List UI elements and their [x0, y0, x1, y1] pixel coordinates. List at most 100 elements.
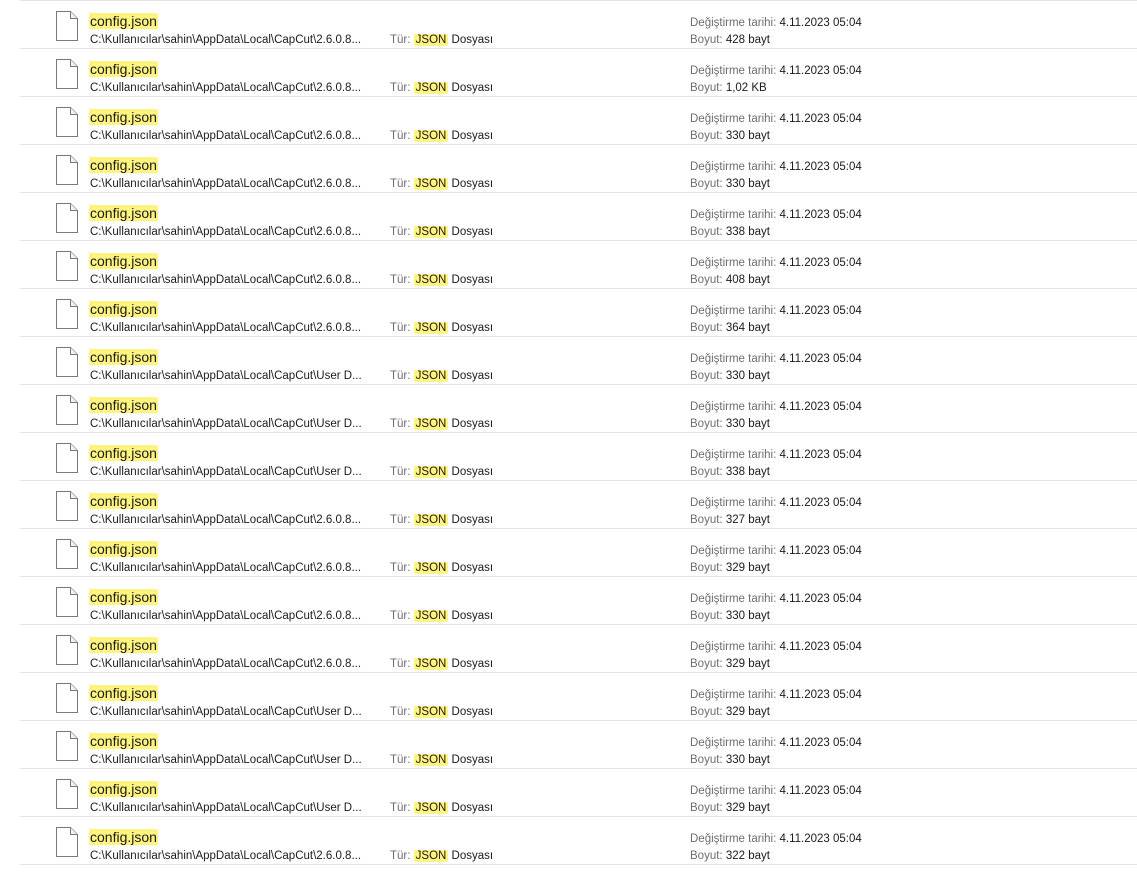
search-result-row[interactable]: config.json C:\Kullanıcılar\sahin\AppDat… [20, 49, 1137, 97]
search-result-row[interactable]: config.json C:\Kullanıcılar\sahin\AppDat… [20, 673, 1137, 721]
file-name-text[interactable]: config.json [89, 781, 158, 797]
search-result-row[interactable]: config.json C:\Kullanıcılar\sahin\AppDat… [20, 193, 1137, 241]
document-file-icon [55, 250, 79, 282]
file-name[interactable]: config.json [89, 300, 158, 318]
size-label: Boyut: [690, 178, 723, 190]
file-size: Boyut: 428 bayt [690, 33, 770, 47]
type-value: Dosyası [451, 514, 494, 526]
size-value: 329 bayt [725, 658, 770, 670]
search-result-row[interactable]: config.json C:\Kullanıcılar\sahin\AppDat… [20, 769, 1137, 817]
file-name[interactable]: config.json [89, 12, 158, 30]
file-name-text[interactable]: config.json [89, 541, 158, 557]
modified-label: Değiştirme tarihi: [690, 161, 777, 173]
file-name-text[interactable]: config.json [89, 301, 158, 317]
file-type: Tür: JSON Dosyası [390, 81, 493, 95]
search-result-row[interactable]: config.json C:\Kullanıcılar\sahin\AppDat… [20, 97, 1137, 145]
file-name-text[interactable]: config.json [89, 109, 158, 125]
search-result-row[interactable]: config.json C:\Kullanıcılar\sahin\AppDat… [20, 0, 1137, 49]
document-file-icon [55, 826, 79, 858]
file-type: Tür: JSON Dosyası [390, 657, 493, 671]
file-name[interactable]: config.json [89, 108, 158, 126]
file-name-text[interactable]: config.json [89, 157, 158, 173]
file-name[interactable]: config.json [89, 492, 158, 510]
modified-date: Değiştirme tarihi: 4.11.2023 05:04 [690, 304, 862, 318]
type-value: Dosyası [451, 274, 494, 286]
file-name-text[interactable]: config.json [89, 253, 158, 269]
file-name[interactable]: config.json [89, 684, 158, 702]
file-name-text[interactable]: config.json [89, 61, 158, 77]
search-result-row[interactable]: config.json C:\Kullanıcılar\sahin\AppDat… [20, 529, 1137, 577]
file-name-text[interactable]: config.json [89, 589, 158, 605]
modified-date: Değiştirme tarihi: 4.11.2023 05:04 [690, 400, 862, 414]
file-name-text[interactable]: config.json [89, 637, 158, 653]
file-name[interactable]: config.json [89, 204, 158, 222]
file-size: Boyut: 1,02 KB [690, 81, 767, 95]
type-highlight: JSON [413, 802, 449, 814]
type-highlight: JSON [413, 322, 449, 334]
search-result-row[interactable]: config.json C:\Kullanıcılar\sahin\AppDat… [20, 433, 1137, 481]
file-path: C:\Kullanıcılar\sahin\AppData\Local\CapC… [90, 802, 362, 814]
file-name[interactable]: config.json [89, 348, 158, 366]
type-label: Tür: [390, 706, 411, 718]
file-name[interactable]: config.json [89, 444, 158, 462]
file-name[interactable]: config.json [89, 828, 158, 846]
file-name-text[interactable]: config.json [89, 205, 158, 221]
search-result-row[interactable]: config.json C:\Kullanıcılar\sahin\AppDat… [20, 337, 1137, 385]
type-label: Tür: [390, 322, 411, 334]
file-size: Boyut: 330 bayt [690, 129, 770, 143]
search-result-row[interactable]: config.json C:\Kullanıcılar\sahin\AppDat… [20, 721, 1137, 769]
file-name[interactable]: config.json [89, 540, 158, 558]
type-highlight: JSON [413, 514, 449, 526]
search-result-row[interactable]: config.json C:\Kullanıcılar\sahin\AppDat… [20, 817, 1137, 865]
file-path: C:\Kullanıcılar\sahin\AppData\Local\CapC… [90, 658, 362, 670]
size-label: Boyut: [690, 370, 723, 382]
type-label: Tür: [390, 226, 411, 238]
file-name-text[interactable]: config.json [89, 445, 158, 461]
file-name[interactable]: config.json [89, 60, 158, 78]
file-name-text[interactable]: config.json [89, 13, 158, 29]
file-name-text[interactable]: config.json [89, 349, 158, 365]
file-name-text[interactable]: config.json [89, 397, 158, 413]
type-value: Dosyası [451, 850, 494, 862]
file-name[interactable]: config.json [89, 636, 158, 654]
modified-date: Değiştirme tarihi: 4.11.2023 05:04 [690, 688, 862, 702]
search-result-row[interactable]: config.json C:\Kullanıcılar\sahin\AppDat… [20, 625, 1137, 673]
file-name[interactable]: config.json [89, 588, 158, 606]
modified-label: Değiştirme tarihi: [690, 689, 777, 701]
search-result-row[interactable]: config.json C:\Kullanıcılar\sahin\AppDat… [20, 385, 1137, 433]
modified-label: Değiştirme tarihi: [690, 545, 777, 557]
file-name[interactable]: config.json [89, 732, 158, 750]
file-name[interactable]: config.json [89, 156, 158, 174]
size-value: 428 bayt [725, 34, 770, 46]
document-file-icon [55, 202, 79, 234]
search-result-row[interactable]: config.json C:\Kullanıcılar\sahin\AppDat… [20, 577, 1137, 625]
file-name[interactable]: config.json [89, 396, 158, 414]
search-result-row[interactable]: config.json C:\Kullanıcılar\sahin\AppDat… [20, 481, 1137, 529]
search-result-row[interactable]: config.json C:\Kullanıcılar\sahin\AppDat… [20, 145, 1137, 193]
type-label: Tür: [390, 274, 411, 286]
file-path: C:\Kullanıcılar\sahin\AppData\Local\CapC… [90, 226, 362, 238]
file-name[interactable]: config.json [89, 780, 158, 798]
file-name-text[interactable]: config.json [89, 685, 158, 701]
file-name[interactable]: config.json [89, 252, 158, 270]
size-value: 329 bayt [725, 562, 770, 574]
size-label: Boyut: [690, 754, 723, 766]
type-highlight: JSON [413, 706, 449, 718]
type-label: Tür: [390, 514, 411, 526]
document-file-icon [55, 442, 79, 474]
type-value: Dosyası [451, 34, 494, 46]
modified-value: 4.11.2023 05:04 [779, 449, 862, 461]
file-type: Tür: JSON Dosyası [390, 177, 493, 191]
file-type: Tür: JSON Dosyası [390, 849, 493, 863]
file-type: Tür: JSON Dosyası [390, 417, 493, 431]
file-name-text[interactable]: config.json [89, 733, 158, 749]
search-result-row[interactable]: config.json C:\Kullanıcılar\sahin\AppDat… [20, 241, 1137, 289]
size-label: Boyut: [690, 706, 723, 718]
file-name-text[interactable]: config.json [89, 829, 158, 845]
modified-value: 4.11.2023 05:04 [779, 401, 862, 413]
search-result-row[interactable]: config.json C:\Kullanıcılar\sahin\AppDat… [20, 289, 1137, 337]
modified-label: Değiştirme tarihi: [690, 785, 777, 797]
type-highlight: JSON [413, 34, 449, 46]
file-path: C:\Kullanıcılar\sahin\AppData\Local\CapC… [90, 130, 362, 142]
file-name-text[interactable]: config.json [89, 493, 158, 509]
